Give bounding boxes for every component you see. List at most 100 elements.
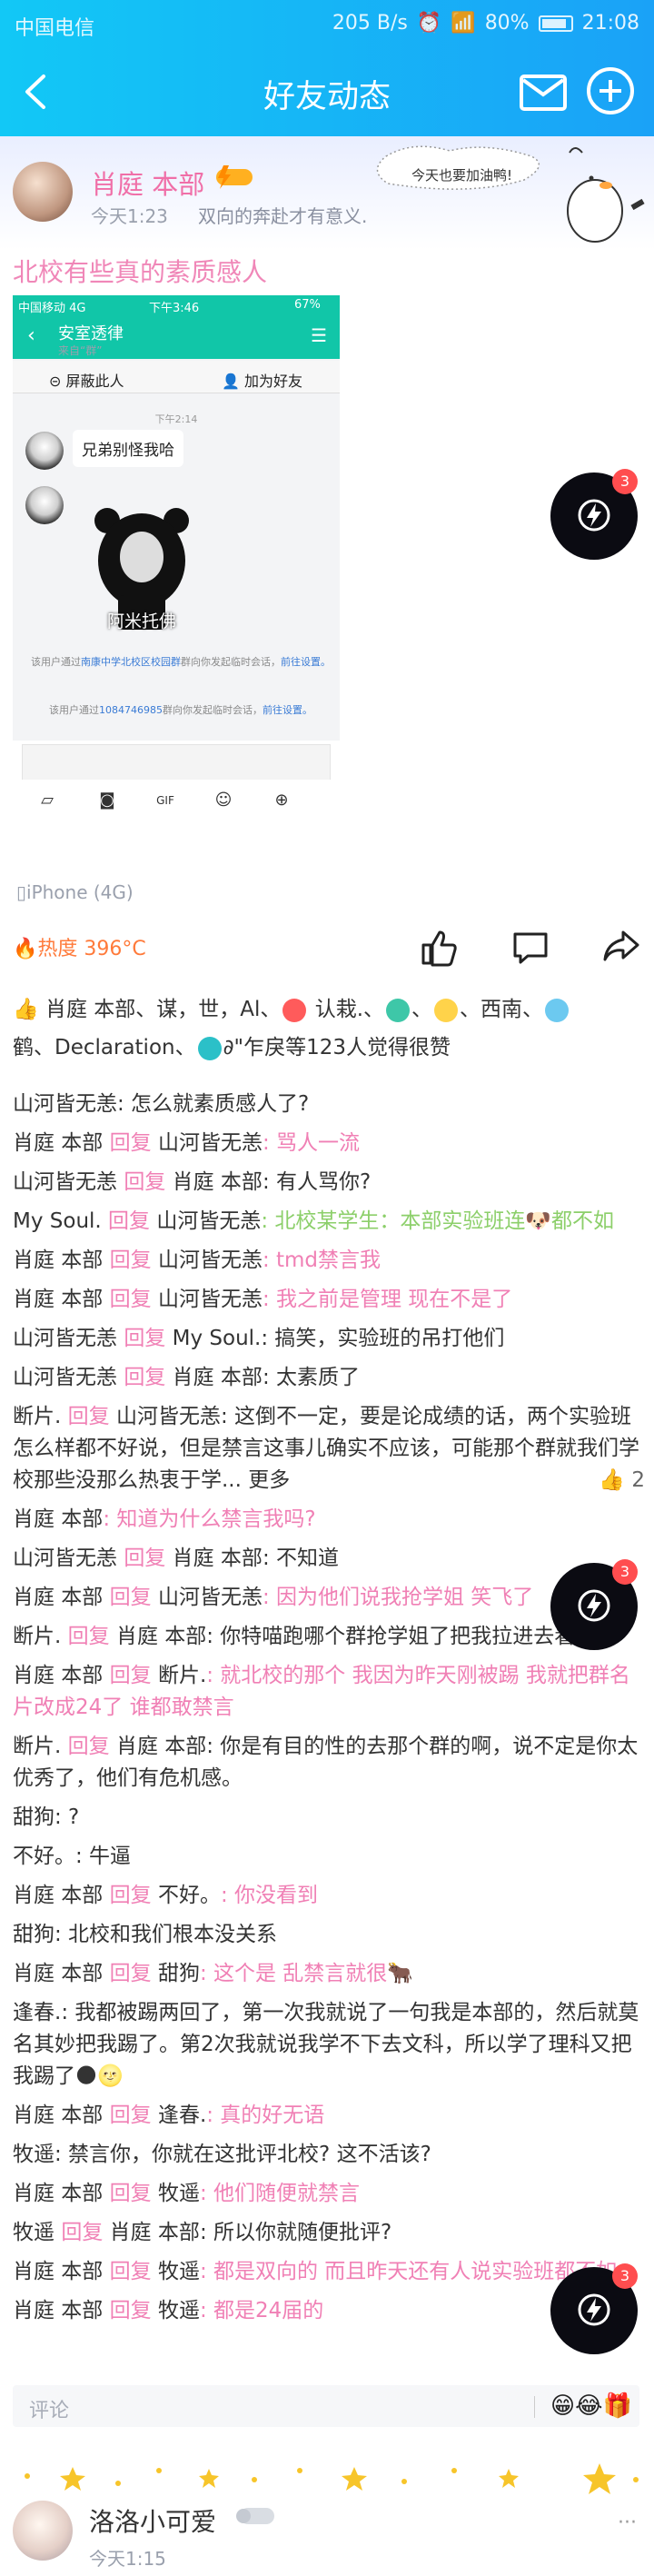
reply-target[interactable]: My Soul.	[173, 1327, 262, 1350]
comment-like[interactable]: 👍 2	[599, 1465, 645, 1497]
comment-author[interactable]: 断片.	[13, 1405, 61, 1428]
comment-author[interactable]: 牧遥	[13, 2143, 54, 2166]
reply-target[interactable]: 牧遥	[158, 2260, 200, 2283]
avatar[interactable]	[13, 162, 73, 222]
comment-author[interactable]: 肖庭 本部	[13, 2260, 103, 2283]
comment-author[interactable]: 山河皆无恙	[13, 1547, 117, 1570]
add-icon[interactable]	[585, 65, 636, 116]
comment-icon[interactable]	[510, 927, 550, 967]
comment-item[interactable]: 肖庭 本部 回复 山河皆无恙: 骂人一流	[13, 1128, 645, 1159]
reply-target[interactable]: 山河皆无恙	[158, 1288, 263, 1311]
reply-target[interactable]: 甜狗	[158, 1962, 200, 1985]
emoji-picker[interactable]: 😁😂🎁	[550, 2392, 632, 2420]
more-icon[interactable]: ···	[618, 2511, 637, 2534]
floating-action-button[interactable]: 3	[550, 1559, 638, 1650]
share-icon[interactable]	[601, 927, 641, 967]
comment-item[interactable]: 不好。: 牛逼	[13, 1841, 645, 1873]
reply-target[interactable]: 山河皆无恙	[116, 1405, 221, 1428]
comment-item[interactable]: 牧遥 回复 肖庭 本部: 所以你就随便批评?	[13, 2217, 645, 2249]
comment-author[interactable]: 山河皆无恙	[13, 1327, 117, 1350]
author-name[interactable]: 肖庭 本部	[91, 164, 204, 202]
comment-item[interactable]: 山河皆无恙 回复 肖庭 本部: 太素质了	[13, 1362, 645, 1394]
reply-target[interactable]: 肖庭 本部	[173, 1547, 263, 1570]
comment-item[interactable]: 山河皆无恙 回复 肖庭 本部: 有人骂你?	[13, 1167, 645, 1198]
comment-author[interactable]: 肖庭 本部	[13, 1507, 103, 1531]
floating-action-button[interactable]: 3	[550, 469, 638, 560]
reply-target[interactable]: 山河皆无恙	[158, 1586, 263, 1609]
comment-item[interactable]: 肖庭 本部 回复 牧遥: 都是双向的 而且昨天还有人说实验班都不如	[13, 2256, 645, 2288]
screenshot-emoji-icon: ☺	[214, 791, 233, 810]
comment-item[interactable]: 肖庭 本部 回复 逢春.: 真的好无语	[13, 2100, 645, 2132]
person-add-icon: 👤	[222, 373, 240, 390]
comment-author[interactable]: 肖庭 本部	[13, 1288, 103, 1311]
floating-action-button[interactable]: 3	[550, 2263, 638, 2354]
like-icon[interactable]	[418, 927, 458, 967]
reply-target[interactable]: 肖庭 本部	[116, 1625, 206, 1648]
reply-target[interactable]: 牧遥	[158, 2182, 200, 2205]
avatar-emoji	[434, 998, 459, 1022]
reply-target[interactable]: 逢春.	[158, 2104, 206, 2127]
comment-author[interactable]: 肖庭 本部	[13, 1131, 103, 1155]
comment-author[interactable]: 肖庭 本部	[13, 1962, 103, 1985]
comment-item[interactable]: 肖庭 本部 回复 山河皆无恙: 我之前是管理 现在不是了	[13, 1284, 645, 1316]
reply-target[interactable]: 肖庭 本部	[173, 1170, 263, 1194]
avatar[interactable]	[13, 2501, 73, 2561]
comment-item[interactable]: 牧遥: 禁言你，你就在这批评北校? 这不活该?	[13, 2139, 645, 2171]
reply-label: 回复	[109, 1288, 152, 1311]
likes-list[interactable]: 👍 肖庭 本部、谋，世，Al、 认栽.、 、 、西南、 鹤、Declaration、…	[13, 990, 645, 1067]
comment-author[interactable]: 肖庭 本部	[13, 1586, 103, 1609]
comment-author[interactable]: My Soul.	[13, 1209, 102, 1233]
reply-target[interactable]: 牧遥	[158, 2299, 200, 2322]
comment-text: : 就北校的那个 我因为昨天刚被踢 我就把群名片改成24了 谁都敢禁言	[13, 1664, 630, 1719]
comment-author[interactable]: 山河皆无恙	[13, 1092, 117, 1116]
comment-author[interactable]: 山河皆无恙	[13, 1170, 117, 1194]
comment-input[interactable]: 评论 😁😂🎁	[13, 2385, 639, 2427]
comment-item[interactable]: 肖庭 本部 回复 甜狗: 这个是 乱禁言就很🐂	[13, 1958, 645, 1990]
comment-item[interactable]: 甜狗: ?	[13, 1802, 645, 1834]
comment-item[interactable]: 肖庭 本部 回复 断片.: 就北校的那个 我因为昨天刚被踢 我就把群名片改成24…	[13, 1660, 645, 1724]
comment-author[interactable]: 断片.	[13, 1735, 61, 1758]
comment-author[interactable]: 肖庭 本部	[13, 2182, 103, 2205]
comment-item[interactable]: 断片. 回复 肖庭 本部: 你特喵跑哪个群抢学姐了把我拉进去看看😏	[13, 1621, 645, 1653]
comment-item[interactable]: 肖庭 本部: 知道为什么禁言我吗?	[13, 1504, 645, 1536]
comment-author[interactable]: 肖庭 本部	[13, 1884, 103, 1907]
comment-author[interactable]: 肖庭 本部	[13, 1664, 103, 1687]
comment-item[interactable]: 山河皆无恙: 怎么就素质感人了?	[13, 1089, 645, 1120]
comment-author[interactable]: 逢春.	[13, 2001, 61, 2024]
next-author-name[interactable]: 洛洛小可爱	[89, 2502, 216, 2539]
reply-target[interactable]: 肖庭 本部	[110, 2221, 200, 2244]
reply-target[interactable]: 肖庭 本部	[116, 1735, 206, 1758]
comment-item[interactable]: 断片. 回复 山河皆无恙: 这倒不一定，要是论成绩的话，两个实验班怎么样都不好说…	[13, 1401, 645, 1497]
screenshot-menu-icon: ☰	[311, 324, 327, 346]
comment-author[interactable]: 甜狗	[13, 1805, 54, 1829]
reply-label: 回复	[109, 2182, 152, 2205]
app: 中国电信 205 B/s ⏰ 📶 80% 21:08 好友动态 肖庭 本部 今天…	[0, 0, 654, 2576]
comment-item[interactable]: 山河皆无恙 回复 My Soul.: 搞笑，实验班的吊打他们	[13, 1323, 645, 1355]
reply-label: 回复	[67, 1405, 110, 1428]
comment-author[interactable]: 牧遥	[13, 2221, 54, 2244]
comment-text: : 北校某学生：本部实验班连🐶都不如	[261, 1209, 615, 1233]
reply-target[interactable]: 肖庭 本部	[173, 1366, 263, 1389]
reply-target[interactable]: 不好。	[158, 1884, 221, 1907]
comment-item[interactable]: 逢春.: 我都被踢两回了，第一次我就说了一句我是本部的，然后就莫名其妙把我踢了。…	[13, 1997, 645, 2093]
comment-author[interactable]: 断片.	[13, 1625, 61, 1648]
comment-item[interactable]: 肖庭 本部 回复 山河皆无恙: tmd禁言我	[13, 1245, 645, 1277]
comment-author[interactable]: 甜狗	[13, 1923, 54, 1946]
comment-item[interactable]: 断片. 回复 肖庭 本部: 你是有目的性的去那个群的啊，说不定是你太优秀了，他们…	[13, 1731, 645, 1795]
mail-icon[interactable]	[518, 67, 569, 114]
reply-target[interactable]: 山河皆无恙	[158, 1131, 263, 1155]
comment-item[interactable]: 甜狗: 北校和我们根本没关系	[13, 1919, 645, 1951]
comment-author[interactable]: 肖庭 本部	[13, 1248, 103, 1272]
comment-author[interactable]: 肖庭 本部	[13, 2299, 103, 2322]
comment-author[interactable]: 山河皆无恙	[13, 1366, 117, 1389]
attached-screenshot[interactable]: 中国移动 4G 下午3:46 67% ‹ 安室透律 来自“群” ☰ ⊝ 屏蔽此人…	[13, 295, 340, 780]
comment-author[interactable]: 不好。	[13, 1845, 75, 1868]
comment-item[interactable]: 山河皆无恙 回复 肖庭 本部: 不知道	[13, 1543, 645, 1575]
comment-item[interactable]: 肖庭 本部 回复 不好。: 你没看到	[13, 1880, 645, 1912]
reply-target[interactable]: 断片.	[158, 1664, 206, 1687]
comment-author[interactable]: 肖庭 本部	[13, 2104, 103, 2127]
comment-item[interactable]: 肖庭 本部 回复 牧遥: 他们随便就禁言	[13, 2178, 645, 2210]
reply-target[interactable]: 山河皆无恙	[156, 1209, 261, 1233]
reply-target[interactable]: 山河皆无恙	[158, 1248, 263, 1272]
comment-item[interactable]: My Soul. 回复 山河皆无恙: 北校某学生：本部实验班连🐶都不如	[13, 1206, 645, 1238]
